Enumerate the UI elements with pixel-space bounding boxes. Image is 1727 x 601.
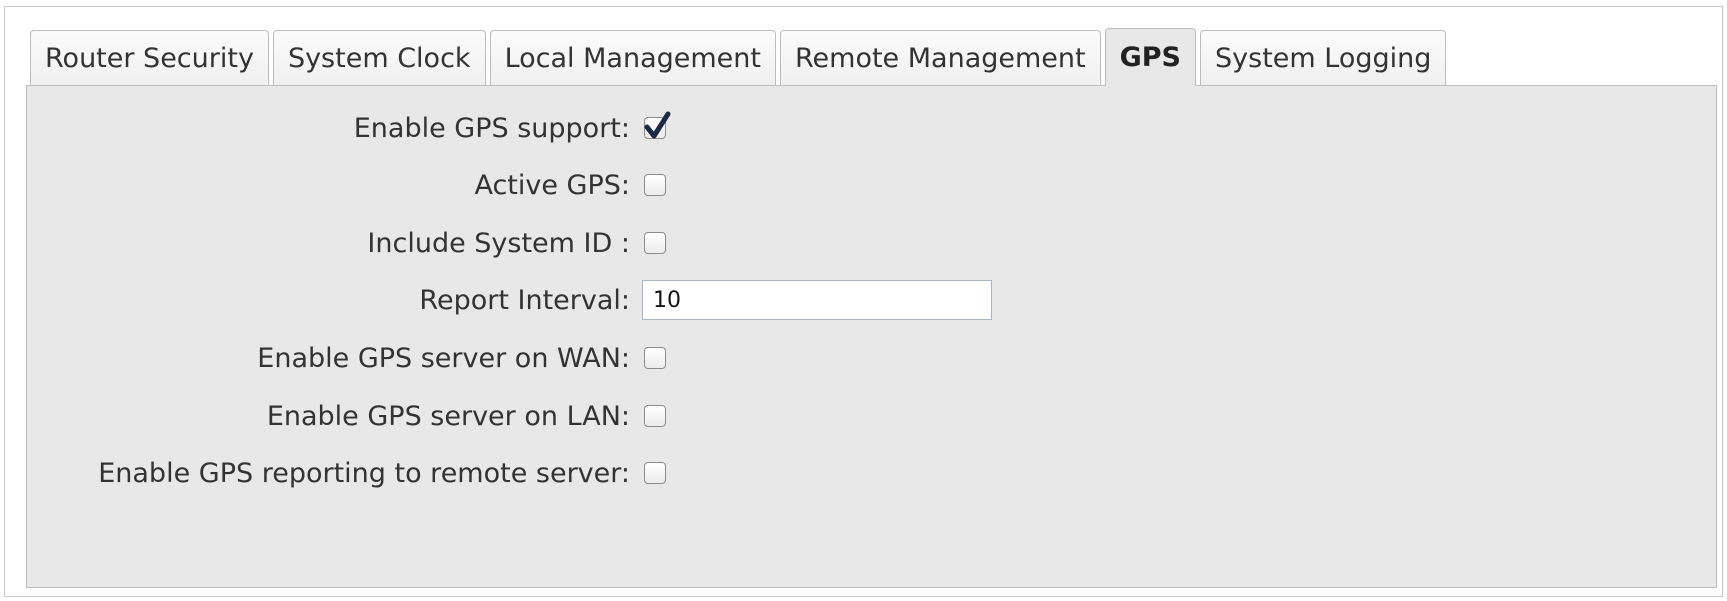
tab-remote-management[interactable]: Remote Management xyxy=(779,30,1101,86)
checkmark-icon xyxy=(644,111,671,139)
report-interval-row: Report Interval: xyxy=(27,280,992,320)
gps-server-lan-row: Enable GPS server on LAN: xyxy=(27,396,666,436)
gps-server-wan-row: Enable GPS server on WAN: xyxy=(27,338,666,378)
tab-router-security[interactable]: Router Security xyxy=(30,30,269,86)
gps-settings-screen: Router Security System Clock Local Manag… xyxy=(0,0,1727,601)
tab-local-management[interactable]: Local Management xyxy=(489,30,776,86)
active-gps-row: Active GPS: xyxy=(27,165,666,205)
gps-server-wan-checkbox[interactable] xyxy=(644,347,666,369)
include-system-id-row: Include System ID : xyxy=(27,223,666,263)
include-system-id-label: Include System ID : xyxy=(367,227,630,259)
gps-server-wan-label: Enable GPS server on WAN: xyxy=(257,342,630,374)
gps-remote-reporting-label: Enable GPS reporting to remote server: xyxy=(98,457,630,489)
gps-server-lan-checkbox[interactable] xyxy=(644,405,666,427)
report-interval-label: Report Interval: xyxy=(419,284,630,316)
gps-settings-panel: Enable GPS support: Active GPS: Include … xyxy=(26,85,1717,588)
enable-gps-support-row: Enable GPS support: xyxy=(27,108,671,148)
gps-remote-reporting-checkbox[interactable] xyxy=(644,462,666,484)
active-gps-checkbox[interactable] xyxy=(644,174,666,196)
active-gps-label: Active GPS: xyxy=(474,169,630,201)
report-interval-input[interactable] xyxy=(642,280,992,320)
enable-gps-support-checkbox[interactable] xyxy=(644,111,671,139)
gps-server-lan-label: Enable GPS server on LAN: xyxy=(266,400,630,432)
include-system-id-checkbox[interactable] xyxy=(644,232,666,254)
tab-bar: Router Security System Clock Local Manag… xyxy=(30,28,1450,86)
enable-gps-support-label: Enable GPS support: xyxy=(353,112,630,144)
gps-remote-reporting-row: Enable GPS reporting to remote server: xyxy=(27,453,666,493)
tab-gps[interactable]: GPS xyxy=(1104,28,1197,86)
tab-system-logging[interactable]: System Logging xyxy=(1200,30,1447,86)
tab-system-clock[interactable]: System Clock xyxy=(272,30,486,86)
